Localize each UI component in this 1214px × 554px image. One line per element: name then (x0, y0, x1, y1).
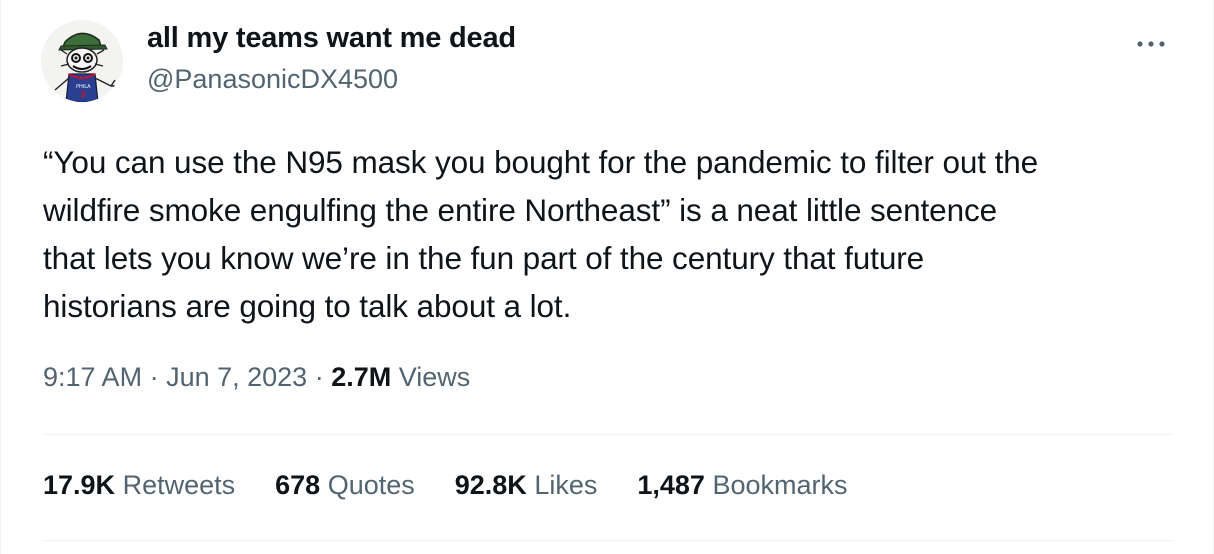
bookmarks-label: Bookmarks (704, 470, 848, 500)
engagement-stats: 17.9K Retweets 678 Quotes 92.8K Likes 1,… (43, 470, 887, 501)
avatar-image: PHILA 3 (41, 20, 123, 102)
meta-separator: · (142, 362, 167, 392)
views-count: 2.7M (331, 362, 392, 392)
likes-count: 92.8K (454, 470, 527, 500)
tweet-card: PHILA 3 all my teams want me dead @Panas… (0, 0, 1214, 554)
bookmarks-count: 1,487 (637, 470, 705, 500)
quotes-count: 678 (275, 470, 321, 500)
more-options-button[interactable] (1129, 26, 1173, 62)
bookmarks-stat[interactable]: 1,487 Bookmarks (637, 470, 847, 501)
tweet-meta: 9:17 AM · Jun 7, 2023 · 2.7M Views (43, 362, 470, 393)
more-horizontal-icon (1137, 41, 1165, 47)
jersey-number: 3 (80, 90, 86, 99)
retweets-label: Retweets (115, 470, 236, 500)
divider (43, 540, 1173, 541)
meta-separator: · (307, 362, 332, 392)
likes-label: Likes (526, 470, 598, 500)
tweet-date[interactable]: Jun 7, 2023 (166, 362, 307, 392)
tweet-text: “You can use the N95 mask you bought for… (43, 144, 1039, 324)
author-handle[interactable]: @PanasonicDX4500 (147, 64, 398, 95)
tweet-time[interactable]: 9:17 AM (43, 362, 142, 392)
likes-stat[interactable]: 92.8K Likes (455, 470, 598, 501)
views-label: Views (391, 362, 471, 392)
quotes-stat[interactable]: 678 Quotes (275, 470, 415, 501)
author-display-name[interactable]: all my teams want me dead (147, 22, 516, 55)
divider (43, 434, 1173, 435)
avatar[interactable]: PHILA 3 (41, 20, 123, 102)
retweets-stat[interactable]: 17.9K Retweets (43, 470, 235, 501)
quotes-label: Quotes (320, 470, 415, 500)
retweets-count: 17.9K (43, 470, 116, 500)
